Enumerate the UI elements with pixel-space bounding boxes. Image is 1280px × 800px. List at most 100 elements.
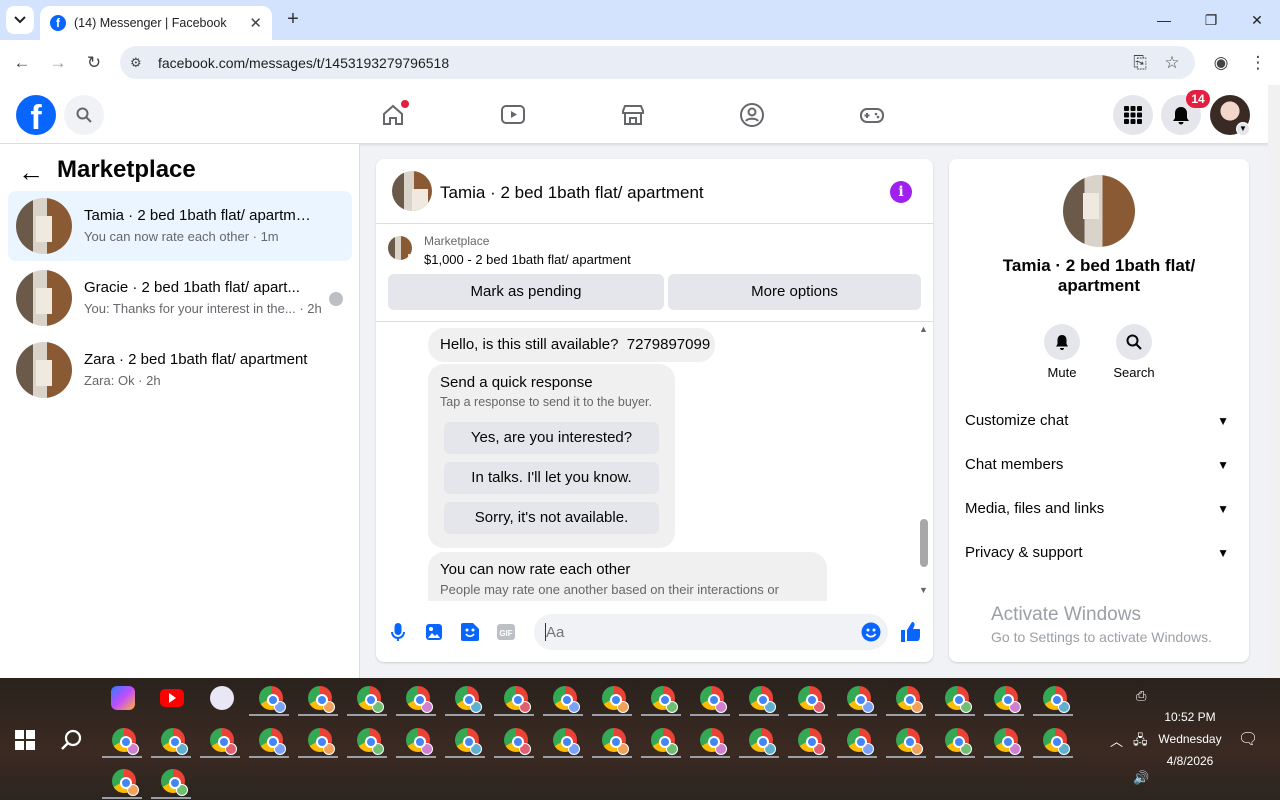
search-in-chat-button[interactable]	[1116, 324, 1152, 360]
chrome-profile-icon[interactable]	[298, 728, 338, 758]
address-bar[interactable]: ⚙ facebook.com/messages/t/14531932797965…	[120, 46, 1195, 79]
listing-price[interactable]: $1,000 - 2 bed 1bath flat/ apartment	[424, 252, 631, 267]
chrome-profile-icon[interactable]	[249, 686, 289, 716]
message-scrollbar[interactable]: ▲ ▼	[916, 322, 932, 601]
page-scrollbar[interactable]	[1268, 85, 1280, 678]
install-app-icon[interactable]: ⎘	[1127, 50, 1153, 76]
chrome-profile-icon[interactable]	[886, 686, 926, 716]
conversation-item[interactable]: Tamia · 2 bed 1bath flat/ apartment You …	[8, 191, 352, 261]
volume-icon[interactable]: 🔊	[1133, 770, 1149, 786]
chrome-profile-icon[interactable]	[102, 769, 142, 799]
mute-button[interactable]	[1044, 324, 1080, 360]
facebook-search-button[interactable]	[64, 95, 104, 135]
notification-center-icon[interactable]: 🗨	[1238, 729, 1258, 749]
quick-reply-in-talks-button[interactable]: In talks. I'll let you know.	[444, 462, 659, 494]
chat-header-thumbnail[interactable]	[392, 171, 432, 211]
scroll-up-icon[interactable]: ▲	[919, 324, 928, 334]
chrome-profile-icon[interactable]	[1033, 728, 1073, 758]
profile-icon[interactable]: ◉	[1208, 50, 1234, 76]
windows-start-icon[interactable]	[15, 730, 35, 750]
section-privacy-support[interactable]: Privacy & support ▼	[965, 544, 1233, 568]
message-bubble[interactable]: Hello, is this still available? 72798970…	[428, 328, 715, 362]
reload-button[interactable]: ↻	[81, 50, 107, 76]
nav-groups[interactable]	[736, 100, 768, 130]
chrome-profile-icon[interactable]	[1033, 686, 1073, 716]
quick-reply-yes-button[interactable]: Yes, are you interested?	[444, 422, 659, 454]
chrome-profile-icon[interactable]	[494, 686, 534, 716]
voice-clip-button[interactable]	[388, 622, 408, 642]
section-media-files-links[interactable]: Media, files and links ▼	[965, 500, 1233, 524]
listing-thumbnail[interactable]	[1063, 175, 1135, 247]
meet-now-icon[interactable]: ⎙	[1136, 688, 1146, 704]
bookmark-star-icon[interactable]: ☆	[1159, 50, 1185, 76]
chrome-profile-icon[interactable]	[984, 728, 1024, 758]
close-window-button[interactable]: ✕	[1242, 8, 1272, 32]
chrome-profile-icon[interactable]	[200, 728, 240, 758]
clock-day[interactable]: Wednesday	[1150, 732, 1230, 746]
browser-tab-active[interactable]: f (14) Messenger | Facebook ✕	[40, 6, 272, 40]
chrome-profile-icon[interactable]	[935, 728, 975, 758]
chrome-profile-icon[interactable]	[837, 686, 877, 716]
chrome-profile-icon[interactable]	[102, 728, 142, 758]
emoji-button[interactable]	[861, 622, 881, 642]
scroll-down-icon[interactable]: ▼	[919, 585, 928, 595]
chrome-profile-icon[interactable]	[445, 728, 485, 758]
chrome-profile-icon[interactable]	[151, 769, 191, 799]
minimize-button[interactable]: —	[1149, 8, 1179, 32]
youtube-icon[interactable]	[160, 689, 184, 707]
restore-button[interactable]: ❐	[1196, 8, 1226, 32]
clock-date[interactable]: 4/8/2026	[1150, 754, 1230, 768]
chrome-profile-icon[interactable]	[592, 686, 632, 716]
section-customize-chat[interactable]: Customize chat ▼	[965, 412, 1233, 436]
chrome-profile-icon[interactable]	[641, 686, 681, 716]
copilot-icon[interactable]	[111, 686, 135, 710]
chrome-profile-icon[interactable]	[543, 728, 583, 758]
chrome-profile-icon[interactable]	[935, 686, 975, 716]
chrome-profile-icon[interactable]	[739, 686, 779, 716]
browser-menu-icon[interactable]: ⋮	[1245, 50, 1271, 76]
scrollbar-thumb[interactable]	[920, 519, 928, 567]
conversation-item[interactable]: Zara · 2 bed 1bath flat/ apartment Zara:…	[8, 335, 352, 405]
chrome-profile-icon[interactable]	[788, 686, 828, 716]
tab-search-button[interactable]	[6, 6, 34, 34]
gif-button[interactable]: GIF	[496, 622, 516, 642]
show-hidden-icons-icon[interactable]: ︿	[1110, 731, 1123, 750]
chrome-profile-icon[interactable]	[690, 728, 730, 758]
nav-video[interactable]	[497, 100, 529, 130]
chrome-profile-icon[interactable]	[543, 686, 583, 716]
chrome-profile-icon[interactable]	[494, 728, 534, 758]
chrome-profile-icon[interactable]	[445, 686, 485, 716]
site-info-icon[interactable]: ⚙	[130, 55, 152, 71]
chrome-profile-icon[interactable]	[347, 686, 387, 716]
chrome-profile-icon[interactable]	[396, 728, 436, 758]
chrome-profile-icon[interactable]	[984, 686, 1024, 716]
paint-app-icon[interactable]	[210, 686, 234, 710]
mark-as-pending-button[interactable]: Mark as pending	[388, 274, 664, 310]
nav-gaming[interactable]	[856, 100, 888, 130]
chrome-profile-icon[interactable]	[690, 686, 730, 716]
back-arrow-icon[interactable]: ←	[18, 158, 46, 186]
nav-marketplace[interactable]	[617, 100, 649, 130]
chat-title[interactable]: Tamia · 2 bed 1bath flat/ apartment	[440, 183, 704, 203]
section-chat-members[interactable]: Chat members ▼	[965, 456, 1233, 480]
chrome-profile-icon[interactable]	[739, 728, 779, 758]
tab-close-icon[interactable]: ✕	[249, 14, 262, 32]
chrome-profile-icon[interactable]	[592, 728, 632, 758]
conversation-item[interactable]: Gracie · 2 bed 1bath flat/ apart... You:…	[8, 263, 352, 333]
chrome-profile-icon[interactable]	[641, 728, 681, 758]
taskbar-search-button[interactable]	[60, 728, 84, 752]
chrome-profile-icon[interactable]	[347, 728, 387, 758]
back-button[interactable]: ←	[9, 50, 35, 76]
facebook-logo-icon[interactable]: f	[16, 95, 56, 135]
chrome-profile-icon[interactable]	[886, 728, 926, 758]
message-input[interactable]	[534, 614, 888, 650]
new-tab-button[interactable]: +	[282, 8, 304, 30]
forward-button[interactable]: →	[45, 50, 71, 76]
chevron-down-icon[interactable]: ▼	[1236, 122, 1250, 136]
chrome-profile-icon[interactable]	[151, 728, 191, 758]
message-thread[interactable]: Hello, is this still available? 72798970…	[376, 322, 933, 601]
chrome-profile-icon[interactable]	[788, 728, 828, 758]
chrome-profile-icon[interactable]	[837, 728, 877, 758]
chrome-profile-icon[interactable]	[298, 686, 338, 716]
chrome-profile-icon[interactable]	[249, 728, 289, 758]
